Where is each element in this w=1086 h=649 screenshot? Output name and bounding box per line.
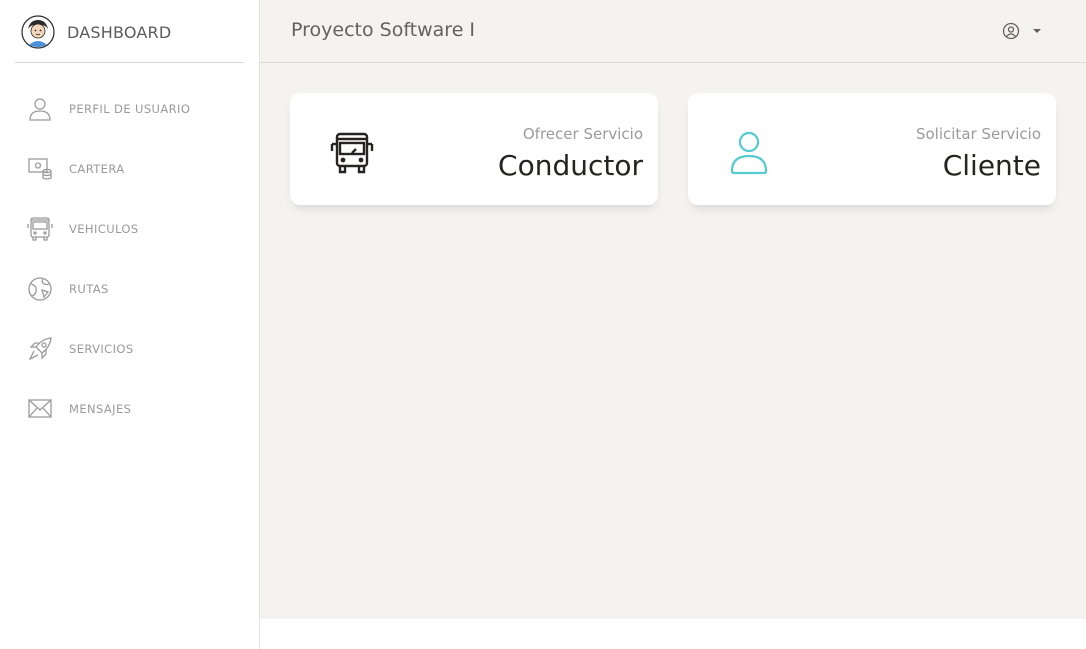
card-category: Solicitar Servicio	[915, 125, 1041, 143]
bus-icon	[27, 217, 53, 241]
rocket-icon	[28, 337, 52, 361]
main-content: Proyecto Software I Ofrecer Servicio Con…	[260, 0, 1086, 619]
sidebar-item-label: SERVICIOS	[69, 342, 134, 356]
envelope-icon	[28, 399, 52, 418]
top-navbar: Proyecto Software I	[260, 0, 1086, 63]
card-title: Conductor	[498, 149, 643, 182]
sidebar-item-label: MENSAJES	[69, 402, 132, 416]
sidebar: DASHBOARD PERFIL DE USUARIO CARTERA VEHI…	[0, 0, 260, 649]
card-conductor[interactable]: Ofrecer Servicio Conductor	[290, 93, 658, 205]
user-menu-dropdown[interactable]	[1002, 22, 1042, 42]
globe-icon	[28, 277, 52, 301]
sidebar-nav: PERFIL DE USUARIO CARTERA VEHICULOS RUTA…	[0, 78, 259, 438]
brand-title: DASHBOARD	[67, 23, 172, 42]
sidebar-item-cartera[interactable]: CARTERA	[0, 138, 259, 198]
card-cliente[interactable]: Solicitar Servicio Cliente	[688, 93, 1056, 205]
user-circle-icon	[1002, 22, 1020, 40]
sidebar-item-vehiculos[interactable]: VEHICULOS	[0, 198, 259, 258]
page-title: Proyecto Software I	[291, 19, 476, 41]
sidebar-item-mensajes[interactable]: MENSAJES	[0, 378, 259, 438]
sidebar-item-label: VEHICULOS	[69, 222, 139, 236]
sidebar-item-servicios[interactable]: SERVICIOS	[0, 318, 259, 378]
brand[interactable]: DASHBOARD	[15, 0, 244, 63]
avatar-logo-icon	[21, 15, 55, 49]
app: DASHBOARD PERFIL DE USUARIO CARTERA VEHI…	[0, 0, 1086, 649]
card-category: Ofrecer Servicio	[522, 125, 643, 143]
sidebar-item-label: CARTERA	[69, 162, 125, 176]
user-icon	[29, 98, 51, 121]
sidebar-item-perfil[interactable]: PERFIL DE USUARIO	[0, 78, 259, 138]
user-icon	[730, 131, 768, 175]
wallet-icon	[28, 158, 52, 180]
bus-icon	[330, 132, 374, 174]
sidebar-item-rutas[interactable]: RUTAS	[0, 258, 259, 318]
footer	[260, 619, 1086, 649]
sidebar-item-label: PERFIL DE USUARIO	[69, 102, 191, 116]
card-title: Cliente	[942, 149, 1041, 182]
chevron-down-icon	[1033, 29, 1041, 33]
sidebar-item-label: RUTAS	[69, 282, 109, 296]
